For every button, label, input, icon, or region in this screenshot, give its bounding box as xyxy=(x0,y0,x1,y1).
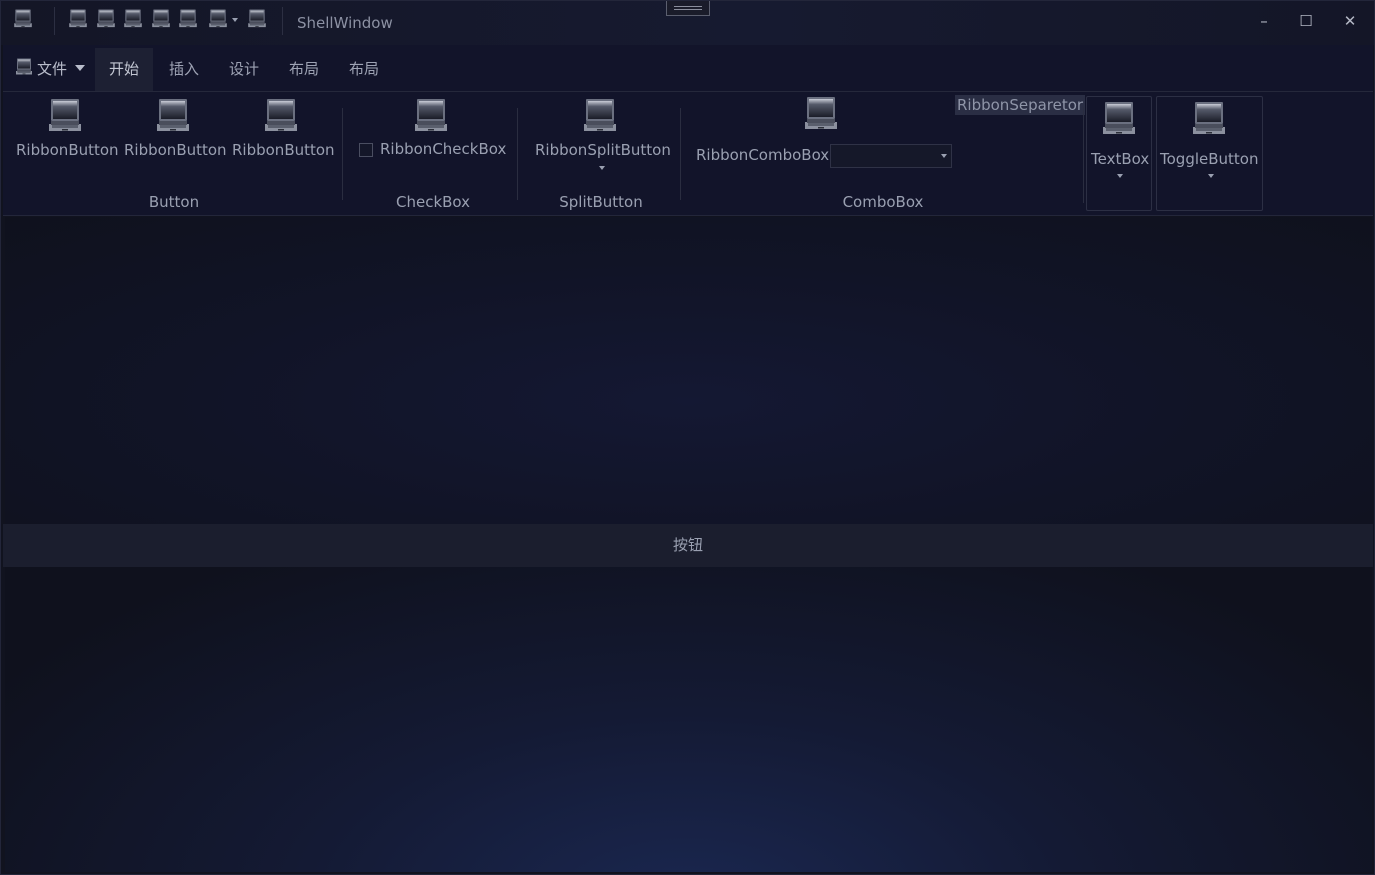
laptop-icon xyxy=(48,98,82,138)
laptop-icon xyxy=(15,58,33,78)
laptop-icon xyxy=(583,98,617,138)
maximize-button[interactable]: ☐ xyxy=(1291,7,1321,35)
chevron-down-icon[interactable] xyxy=(232,18,238,22)
laptop-icon xyxy=(804,96,838,136)
quick-access-laptop-icon[interactable] xyxy=(68,9,88,31)
title-separator xyxy=(282,7,283,35)
ribbon-toggle-button[interactable]: ToggleButton xyxy=(1156,96,1263,211)
ribbon-textbox-button[interactable]: TextBox xyxy=(1086,96,1152,211)
ribbon-checkbox-label[interactable]: RibbonCheckBox xyxy=(380,140,506,158)
ribbon-button-label: RibbonButton xyxy=(124,141,227,159)
group-separator xyxy=(680,108,681,200)
toggle-button-label: ToggleButton xyxy=(1160,150,1259,168)
tab-start[interactable]: 开始 xyxy=(95,48,153,91)
shell-window: ShellWindow – ☐ ✕ 文件 开始 插入 设计 布局 布局 Ribb… xyxy=(0,0,1375,875)
tab-design[interactable]: 设计 xyxy=(215,48,273,91)
chevron-down-icon[interactable] xyxy=(599,166,605,170)
content-area-bottom xyxy=(5,567,1372,872)
file-menu-label: 文件 xyxy=(37,59,68,78)
chevron-down-icon xyxy=(1208,174,1214,178)
content-button[interactable]: 按钮 xyxy=(3,524,1373,567)
app-icon xyxy=(13,9,33,31)
tab-insert[interactable]: 插入 xyxy=(155,48,213,91)
ribbon-button-label: RibbonButton xyxy=(232,141,335,159)
group-label-combobox: ComboBox xyxy=(842,193,924,211)
grip-handle-icon[interactable] xyxy=(666,1,710,16)
quick-access-laptop-icon[interactable] xyxy=(151,9,171,31)
textbox-label: TextBox xyxy=(1091,150,1150,168)
quick-access-dropdown-laptop-icon[interactable] xyxy=(208,9,228,31)
group-label-splitbutton: SplitButton xyxy=(559,193,643,211)
group-separator xyxy=(517,108,518,200)
chevron-down-icon xyxy=(1117,174,1123,178)
group-separator xyxy=(1083,107,1084,203)
ribbon-split-button-label: RibbonSplitButton xyxy=(535,141,671,159)
laptop-icon xyxy=(414,98,448,138)
quick-access-separator xyxy=(54,7,55,35)
group-label-button: Button xyxy=(148,193,200,211)
group-separator xyxy=(342,108,343,200)
quick-access-laptop-icon[interactable] xyxy=(178,9,198,31)
chevron-down-icon[interactable] xyxy=(941,154,947,158)
ribbon-button-label: RibbonButton xyxy=(16,141,119,159)
ribbon-combobox-label: RibbonComboBox xyxy=(696,146,830,164)
title-bar: ShellWindow – ☐ ✕ xyxy=(1,1,1374,45)
ribbon-tab-bar: 文件 开始 插入 设计 布局 布局 xyxy=(3,45,1373,92)
ribbon-checkbox[interactable] xyxy=(359,143,373,157)
file-menu-button[interactable]: 文件 xyxy=(15,55,86,81)
laptop-icon xyxy=(264,98,298,138)
laptop-icon xyxy=(1192,101,1226,141)
laptop-icon xyxy=(1102,101,1136,141)
laptop-icon xyxy=(156,98,190,138)
ribbon-panel: RibbonButton RibbonButton RibbonButton B… xyxy=(3,92,1373,216)
chevron-down-icon xyxy=(75,65,86,71)
group-label-checkbox: CheckBox xyxy=(395,193,471,211)
minimize-button[interactable]: – xyxy=(1249,7,1279,35)
tab-layout[interactable]: 布局 xyxy=(275,48,333,91)
quick-access-laptop-icon[interactable] xyxy=(96,9,116,31)
tab-layout-2[interactable]: 布局 xyxy=(335,48,393,91)
quick-access-laptop-icon[interactable] xyxy=(123,9,143,31)
ribbon-separator-label: RibbonSeparetor xyxy=(955,95,1086,115)
content-area-top xyxy=(5,217,1372,524)
close-button[interactable]: ✕ xyxy=(1335,7,1365,35)
quick-access-laptop-icon[interactable] xyxy=(247,9,267,31)
window-title: ShellWindow xyxy=(297,14,393,32)
ribbon-combobox[interactable] xyxy=(830,144,952,168)
